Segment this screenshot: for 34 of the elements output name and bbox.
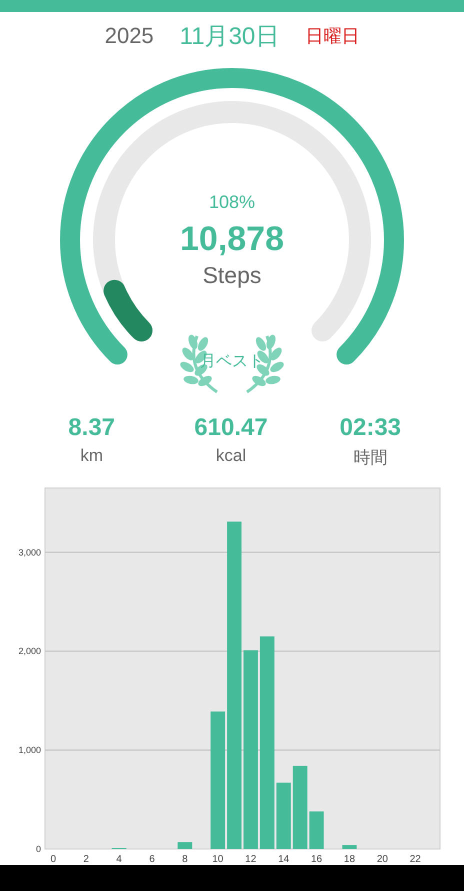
y-tick-label: 2,000 [18, 646, 41, 656]
step-count: 10,878 [180, 219, 284, 260]
y-tick-label: 3,000 [18, 547, 41, 558]
x-tick-label: 4 [116, 854, 122, 865]
x-tick-label: 20 [376, 854, 388, 865]
weekday-text: 日曜日 [305, 25, 360, 48]
y-tick-label: 1,000 [18, 745, 41, 756]
stat-label: kcal [216, 446, 246, 466]
x-tick-label: 0 [50, 854, 56, 865]
x-tick-label: 6 [149, 854, 155, 865]
date-text: 11月30日 [180, 22, 280, 52]
x-tick-label: 18 [344, 854, 356, 865]
x-tick-label: 12 [245, 854, 256, 865]
progress-fill [104, 280, 152, 342]
x-tick-label: 8 [182, 854, 188, 865]
x-tick-label: 22 [410, 854, 421, 865]
y-tick-label: 0 [36, 844, 41, 854]
x-tick-label: 14 [278, 854, 290, 865]
steps-label: Steps [202, 261, 262, 290]
goal-percent: 108% [208, 191, 256, 214]
bar [276, 782, 291, 849]
stat-value: 8.37 [68, 414, 116, 442]
stat-value: 610.47 [194, 414, 268, 442]
year-text: 2025 [104, 23, 154, 49]
bar [342, 845, 357, 849]
bar [178, 842, 192, 849]
badge-label: 月ベスト [200, 352, 264, 372]
bar [309, 811, 324, 849]
x-tick-label: 2 [83, 854, 89, 865]
stat-label: 時間 [353, 447, 388, 469]
x-tick-label: 10 [212, 854, 224, 865]
x-tick-label: 16 [311, 854, 322, 865]
stat-label: km [80, 446, 103, 466]
stat-value: 02:33 [340, 414, 402, 442]
